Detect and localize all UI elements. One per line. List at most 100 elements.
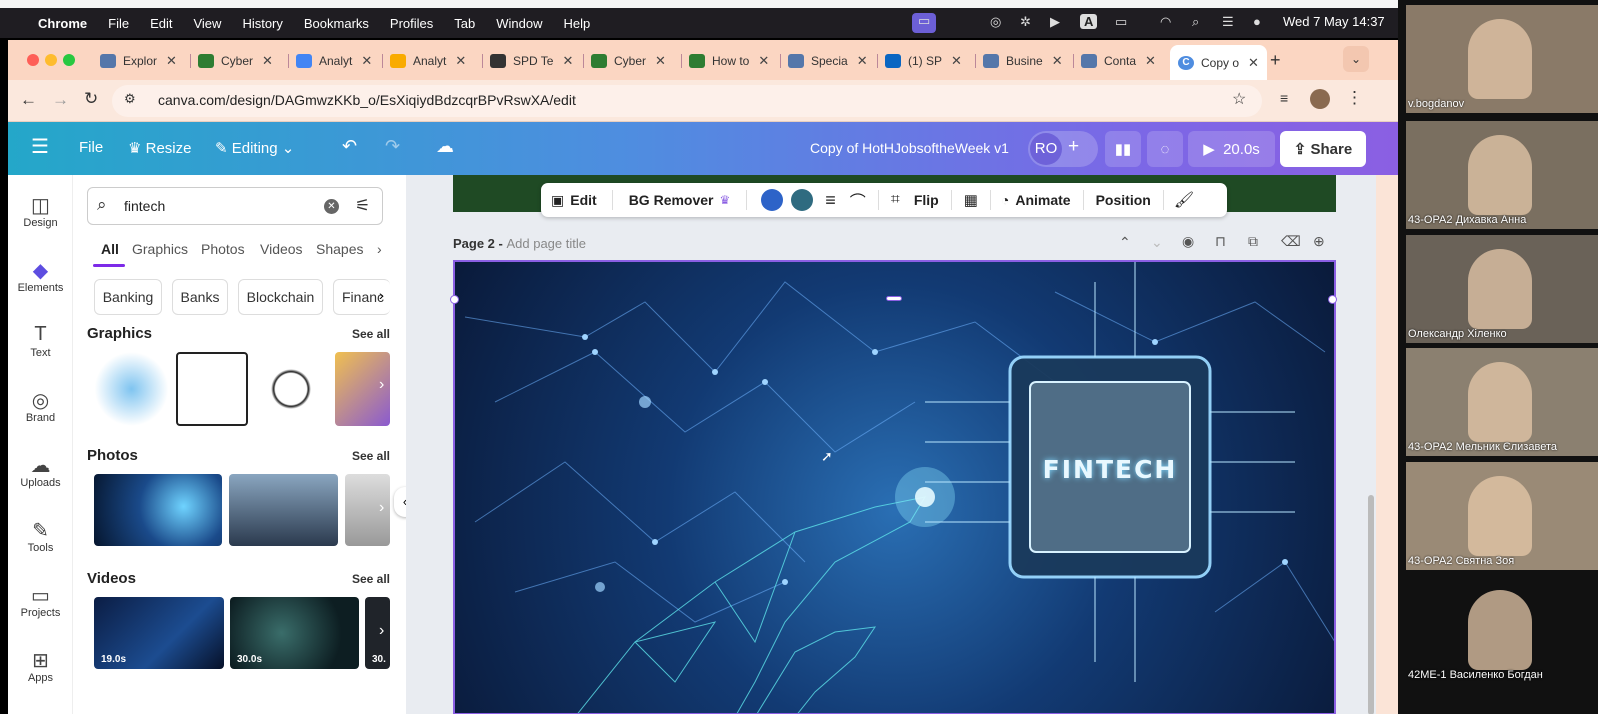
input-source-icon[interactable]: A — [1080, 14, 1098, 29]
color-swatch-blue[interactable] — [761, 189, 784, 211]
rail-item-projects[interactable]: ▭ Projects — [8, 583, 73, 619]
tab-photos[interactable]: Photos — [201, 241, 245, 257]
rail-item-tools[interactable]: ✎ Tools — [8, 518, 73, 554]
tabs-next-icon[interactable]: › — [377, 241, 382, 257]
photo-thumb-2[interactable] — [229, 474, 338, 546]
participant-tile[interactable]: v.bogdanov — [1406, 5, 1598, 113]
tab-item[interactable]: Conta ✕ — [1081, 49, 1156, 73]
screen-share-icon[interactable]: ▭ — [912, 13, 937, 33]
chip-banks[interactable]: Banks — [172, 279, 228, 315]
graphic-thumb-3[interactable] — [254, 352, 328, 426]
page-title-input[interactable]: Add page title — [506, 236, 586, 251]
animate-button[interactable]: Animate — [1015, 192, 1070, 208]
chip-banking[interactable]: Banking — [94, 279, 162, 315]
tab-item[interactable]: Busine ✕ — [983, 49, 1063, 73]
tab-close-icon[interactable]: ✕ — [166, 53, 177, 69]
resize-handle[interactable] — [886, 296, 902, 301]
user-avatar[interactable]: RO — [1030, 133, 1062, 165]
new-tab-button[interactable]: + — [1270, 50, 1281, 71]
url-text[interactable]: canva.com/design/DAGmwzKKb_o/EsXiqiydBdz… — [158, 92, 576, 108]
add-page-icon[interactable]: ⊕ — [1313, 233, 1325, 250]
tab-close-icon[interactable]: ✕ — [857, 53, 868, 69]
menu-bookmarks[interactable]: Bookmarks — [304, 16, 369, 31]
undo-icon[interactable]: ↶ — [342, 136, 357, 157]
menu-window[interactable]: Window — [496, 16, 542, 31]
profile-avatar[interactable] — [1310, 89, 1330, 109]
video-thumb-3[interactable]: 30. — [365, 597, 390, 669]
rail-item-uploads[interactable]: ☁ Uploads — [8, 453, 73, 489]
tab-item[interactable]: Explor ✕ — [100, 49, 177, 73]
browser-menu-icon[interactable]: ⋮ — [1346, 88, 1363, 108]
menu-tab[interactable]: Tab — [454, 16, 475, 31]
canvas-scrollbar[interactable] — [1368, 495, 1374, 714]
cloud-save-icon[interactable]: ☁ — [436, 136, 454, 157]
position-button[interactable]: Position — [1096, 192, 1151, 208]
resize-handle[interactable] — [1328, 295, 1337, 304]
back-icon[interactable]: ← — [20, 90, 37, 110]
corner-rounding-icon[interactable]: ⌒ — [850, 188, 866, 212]
chips-next-icon[interactable]: › — [379, 287, 384, 303]
chip-blockchain[interactable]: Blockchain — [238, 279, 323, 315]
tab-close-icon[interactable]: ✕ — [262, 53, 273, 69]
flip-button[interactable]: Flip — [914, 192, 939, 208]
tab-item[interactable]: Cyber ✕ — [591, 49, 666, 73]
tab-item[interactable]: (1) SP ✕ — [885, 49, 962, 73]
tab-videos[interactable]: Videos — [260, 241, 303, 257]
photos-see-all[interactable]: See all — [352, 449, 390, 463]
video-thumb-1[interactable]: 19.0s — [94, 597, 224, 669]
duplicate-page-icon[interactable]: ⧉ — [1248, 233, 1258, 250]
present-button[interactable]: ▶ 20.0s — [1188, 131, 1275, 167]
border-style-icon[interactable]: ≡ — [825, 190, 836, 211]
participant-tile[interactable]: 43-ОРА2 Дихавка Анна — [1406, 121, 1598, 229]
photos-next-icon[interactable]: › — [379, 499, 384, 517]
comments-icon[interactable]: ◌ — [1147, 131, 1183, 167]
control-center-icon[interactable]: ☰ — [1222, 14, 1234, 30]
redo-icon[interactable]: ↷ — [385, 136, 400, 157]
design-page[interactable]: FINTECH ➚ — [453, 260, 1336, 714]
add-collaborator-icon[interactable]: + — [1068, 136, 1079, 158]
tab-close-icon[interactable]: ✕ — [361, 53, 372, 69]
menu-help[interactable]: Help — [564, 16, 591, 31]
reading-list-icon[interactable]: ≡ — [1280, 90, 1288, 106]
wifi-icon[interactable]: ◠ — [1160, 14, 1171, 30]
tab-close-icon[interactable]: ✕ — [1052, 53, 1063, 69]
photo-thumb-1[interactable] — [94, 474, 222, 546]
menu-history[interactable]: History — [242, 16, 282, 31]
reload-icon[interactable]: ↻ — [84, 89, 98, 109]
battery-icon[interactable]: ▭ — [1115, 14, 1127, 30]
participant-tile[interactable]: 42МЕ-1 Василенко Богдан — [1406, 576, 1598, 684]
bookmark-star-icon[interactable]: ☆ — [1232, 89, 1246, 109]
graphic-thumb-2[interactable] — [176, 352, 248, 426]
tab-close-icon[interactable]: ✕ — [758, 53, 769, 69]
insights-icon[interactable]: ▮▮ — [1105, 131, 1141, 167]
clock[interactable]: Wed 7 May 14:37 — [1283, 14, 1385, 29]
videos-next-icon[interactable]: › — [379, 622, 384, 640]
forward-icon[interactable]: → — [52, 90, 69, 110]
tab-search-chevron-icon[interactable]: ⌄ — [1343, 46, 1369, 72]
edit-button[interactable]: Edit — [570, 192, 596, 208]
tab-close-icon[interactable]: ✕ — [562, 53, 573, 69]
rail-item-elements[interactable]: ◆ Elements — [8, 258, 73, 294]
menu-view[interactable]: View — [193, 16, 221, 31]
tab-active[interactable]: C Copy o ✕ — [1170, 45, 1267, 80]
delete-page-icon[interactable]: ⌫ — [1281, 233, 1301, 250]
menu-app[interactable]: Chrome — [38, 16, 87, 31]
rail-item-apps[interactable]: ⊞ Apps — [8, 648, 73, 684]
status-gear-icon[interactable]: ✲ — [1020, 14, 1031, 30]
design-title[interactable]: Copy of HotHJobsoftheWeek v1 — [810, 140, 1009, 156]
tab-close-icon[interactable]: ✕ — [455, 53, 466, 69]
minimize-window-button[interactable] — [45, 54, 57, 66]
move-page-down-icon[interactable]: ⌄ — [1151, 234, 1163, 251]
video-thumb-2[interactable]: 30.0s — [230, 597, 359, 669]
participant-tile[interactable]: 43-ОРА2 Святна Зоя — [1406, 462, 1598, 570]
editing-dropdown[interactable]: ✎ Editing ⌄ — [215, 139, 294, 157]
videos-see-all[interactable]: See all — [352, 572, 390, 586]
search-input[interactable]: ⌕ fintech ✕ ⚟ — [87, 187, 383, 225]
filter-icon[interactable]: ⚟ — [355, 196, 370, 216]
transparency-icon[interactable]: ▦ — [964, 191, 978, 209]
tab-item[interactable]: Analyt ✕ — [296, 49, 372, 73]
maximize-window-button[interactable] — [63, 54, 75, 66]
tab-graphics[interactable]: Graphics — [132, 241, 188, 257]
tab-close-icon[interactable]: ✕ — [1145, 53, 1156, 69]
share-button[interactable]: ⇪ Share — [1280, 131, 1366, 167]
